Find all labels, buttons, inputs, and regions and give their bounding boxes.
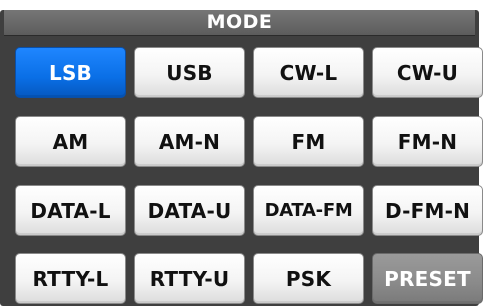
preset-button[interactable]: PRESET	[372, 253, 483, 304]
mode-button-psk[interactable]: PSK	[253, 253, 364, 304]
mode-button-rtty-u[interactable]: RTTY-U	[134, 253, 245, 304]
mode-button-data-fm[interactable]: DATA-FM	[253, 185, 364, 236]
mode-button-am-n[interactable]: AM-N	[134, 116, 245, 167]
mode-button-lsb[interactable]: LSB	[15, 47, 126, 98]
mode-screen: MODE LSB USB CW-L CW-U AM AM-N FM FM-N D…	[0, 0, 483, 308]
mode-button-data-l[interactable]: DATA-L	[15, 185, 126, 236]
mode-panel: MODE LSB USB CW-L CW-U AM AM-N FM FM-N D…	[0, 10, 483, 306]
mode-button-rtty-l[interactable]: RTTY-L	[15, 253, 126, 304]
mode-button-usb[interactable]: USB	[134, 47, 245, 98]
mode-button-grid: LSB USB CW-L CW-U AM AM-N FM FM-N DATA-L…	[0, 10, 483, 306]
mode-button-d-fm-n[interactable]: D-FM-N	[372, 185, 483, 236]
mode-button-am[interactable]: AM	[15, 116, 126, 167]
mode-button-data-u[interactable]: DATA-U	[134, 185, 245, 236]
mode-button-fm[interactable]: FM	[253, 116, 364, 167]
mode-button-cw-u[interactable]: CW-U	[372, 47, 483, 98]
mode-button-cw-l[interactable]: CW-L	[253, 47, 364, 98]
mode-button-fm-n[interactable]: FM-N	[372, 116, 483, 167]
